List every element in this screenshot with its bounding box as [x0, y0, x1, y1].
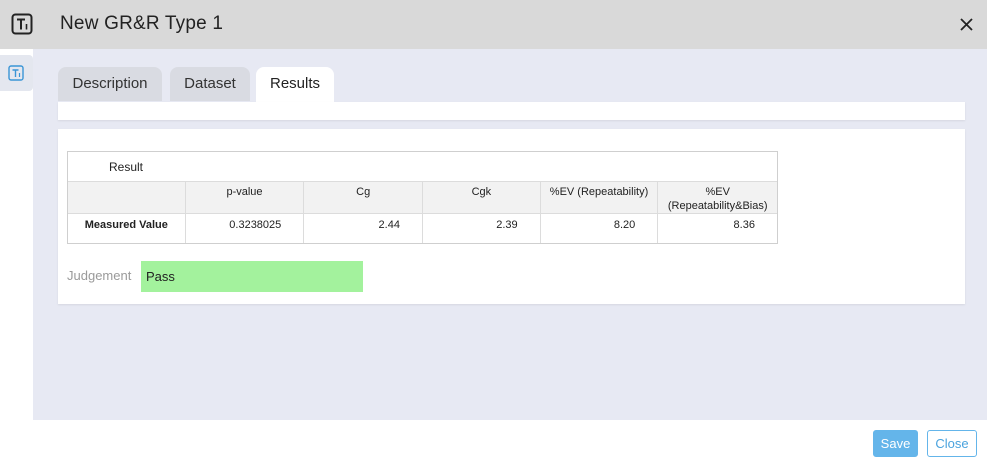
judgement-value: Pass — [141, 261, 363, 292]
results-table: Result p-value Cg Cgk %EV (Repeatability… — [67, 151, 778, 244]
tab-panel-header — [58, 102, 965, 120]
footer: Save Close — [0, 420, 987, 458]
column-header-cg: Cg — [304, 182, 424, 213]
cell-p-value: 0.3238025 — [186, 214, 305, 243]
cell-ev-repeatability-bias: 8.36 — [733, 219, 755, 231]
tab-description[interactable]: Description — [58, 67, 162, 101]
results-card: Result p-value Cg Cgk %EV (Repeatability… — [58, 129, 965, 304]
tab-dataset[interactable]: Dataset — [170, 67, 250, 101]
column-header — [68, 182, 186, 213]
cell-ev-repeatability: 8.20 — [541, 214, 659, 243]
table-row: Measured Value 0.3238025 2.44 2.39 8.20 … — [68, 214, 777, 243]
table-caption: Result — [68, 152, 777, 182]
window-title: New GR&R Type 1 — [60, 13, 224, 34]
cell-cg: 2.44 — [304, 214, 423, 243]
sidebar-item-ti[interactable] — [0, 55, 33, 91]
title-bar: New GR&R Type 1 — [0, 0, 987, 49]
save-button[interactable]: Save — [873, 430, 918, 457]
column-header-ev-repeatability-bias: %EV (Repeatability&Bias) — [667, 186, 768, 212]
table-header-row: p-value Cg Cgk %EV (Repeatability) %EV (… — [68, 182, 777, 214]
close-icon[interactable] — [958, 16, 975, 33]
cell-cgk: 2.39 — [423, 214, 541, 243]
sidebar — [0, 49, 33, 420]
column-header-cgk: Cgk — [423, 182, 541, 213]
ti-icon — [11, 13, 33, 35]
close-button[interactable]: Close — [927, 430, 977, 457]
column-header-ev-repeatability: %EV (Repeatability) — [541, 182, 659, 213]
judgement-label: Judgement — [67, 268, 132, 283]
column-header-p-value: p-value — [186, 182, 305, 213]
tab-results[interactable]: Results — [256, 67, 334, 102]
row-label: Measured Value — [68, 214, 186, 243]
main-panel: Description Dataset Results Result p-val… — [33, 49, 987, 420]
ti-icon — [8, 65, 24, 81]
